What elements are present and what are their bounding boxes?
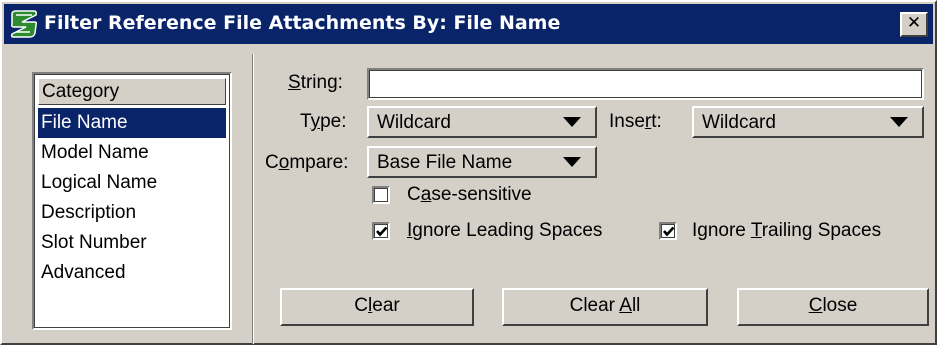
case-sensitive-label[interactable]: Case-sensitive (407, 184, 532, 206)
chevron-down-icon (890, 117, 908, 127)
chevron-down-icon (563, 117, 581, 127)
ignore-trailing-checkbox[interactable] (659, 222, 677, 240)
filter-dialog: Filter Reference File Attachments By: Fi… (0, 0, 937, 345)
compare-dropdown-value: Base File Name (377, 152, 513, 173)
insert-label: Insert: (609, 111, 662, 132)
category-item-file-name[interactable]: File Name (38, 108, 226, 138)
clear-button[interactable]: Clear (280, 288, 474, 326)
category-item-logical-name[interactable]: Logical Name (38, 168, 226, 198)
close-button[interactable]: Close (737, 288, 929, 326)
chevron-down-icon (563, 157, 581, 167)
ignore-trailing-label[interactable]: Ignore Trailing Spaces (692, 220, 881, 242)
compare-dropdown[interactable]: Base File Name (367, 146, 597, 178)
category-item-description[interactable]: Description (38, 198, 226, 228)
window-title: Filter Reference File Attachments By: Fi… (44, 12, 561, 34)
checkmark-icon (376, 226, 388, 237)
checkmark-icon (663, 226, 675, 237)
type-dropdown[interactable]: Wildcard (367, 106, 597, 138)
string-input[interactable] (367, 68, 924, 100)
clear-all-button[interactable]: Clear All (502, 288, 708, 326)
type-label: Type: (300, 111, 347, 132)
close-window-button[interactable]: ✕ (900, 12, 928, 37)
category-list[interactable]: Category File Name Model Name Logical Na… (32, 72, 232, 330)
category-item-advanced[interactable]: Advanced (38, 258, 226, 288)
category-item-slot-number[interactable]: Slot Number (38, 228, 226, 258)
string-label: String: (288, 72, 343, 93)
insert-dropdown[interactable]: Wildcard (692, 106, 924, 138)
microstation-logo-icon (10, 10, 38, 38)
case-sensitive-checkbox[interactable] (372, 186, 390, 204)
close-icon: ✕ (906, 13, 922, 33)
ignore-leading-label[interactable]: Ignore Leading Spaces (407, 220, 602, 242)
category-header[interactable]: Category (38, 78, 226, 105)
category-item-model-name[interactable]: Model Name (38, 138, 226, 168)
title-bar[interactable]: Filter Reference File Attachments By: Fi… (4, 4, 933, 44)
insert-dropdown-value: Wildcard (702, 112, 776, 133)
compare-label: Compare: (265, 152, 349, 173)
panel-divider (252, 54, 254, 344)
type-dropdown-value: Wildcard (377, 112, 451, 133)
ignore-leading-checkbox[interactable] (372, 222, 390, 240)
